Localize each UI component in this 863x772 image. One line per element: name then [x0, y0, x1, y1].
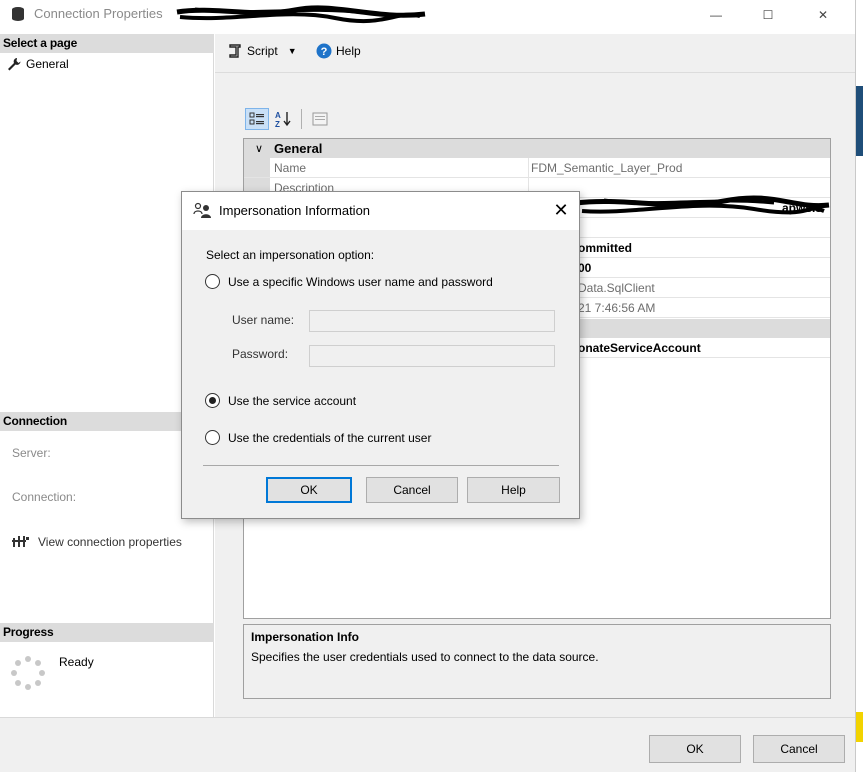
property-value: ommitted: [578, 241, 632, 255]
property-value: Data.SqlClient: [578, 281, 655, 295]
close-button[interactable]: ✕: [800, 0, 846, 30]
chevron-down-icon: ▼: [287, 46, 297, 56]
dialog-cancel-button[interactable]: Cancel: [366, 477, 458, 503]
radio-button[interactable]: [205, 393, 220, 408]
user-impersonation-icon: [193, 202, 211, 218]
chevron-down-icon: ∨: [254, 143, 264, 155]
maximize-button[interactable]: ☐: [745, 0, 791, 30]
radio-label: Use the service account: [228, 393, 357, 408]
redaction-scribble: [176, 5, 426, 24]
property-pages-icon: [312, 112, 328, 126]
background-window-highlight: [856, 712, 863, 742]
dialog-ok-button[interactable]: OK: [266, 477, 352, 503]
sort-az-icon: A Z: [275, 111, 291, 128]
script-icon: [229, 44, 241, 58]
dialog-divider: [203, 465, 559, 466]
radio-specific-windows-user[interactable]: Use a specific Windows user name and pas…: [205, 274, 493, 289]
ok-button[interactable]: OK: [649, 735, 741, 763]
server-label: Server:: [12, 446, 51, 460]
dialog-close-button[interactable]: ✕: [548, 198, 574, 222]
toolbar-separator: [301, 109, 302, 129]
window-title: Connection Properties: [34, 6, 163, 21]
help-button[interactable]: ? Help: [316, 43, 361, 59]
select-page-header: Select a page: [0, 34, 214, 53]
background-window-accent: [856, 86, 863, 156]
user-name-label: User name:: [232, 313, 295, 327]
property-value: onateServiceAccount: [578, 341, 701, 355]
progress-status: Ready: [59, 655, 94, 669]
svg-text:?: ?: [321, 46, 328, 58]
connection-properties-icon: [12, 536, 29, 547]
property-grid-toolbar: A Z: [245, 106, 332, 132]
alphabetical-view-button[interactable]: A Z: [271, 108, 295, 130]
script-button[interactable]: Script ▼: [227, 43, 297, 59]
cancel-button[interactable]: Cancel: [753, 735, 845, 763]
toolbar: [215, 34, 855, 72]
view-connection-properties-link[interactable]: View connection properties: [12, 535, 182, 549]
connection-label: Connection:: [12, 490, 77, 504]
radio-label: Use a specific Windows user name and pas…: [228, 274, 493, 289]
password-field[interactable]: [309, 345, 555, 367]
svg-text:Z: Z: [275, 120, 280, 128]
wrench-icon: [8, 58, 21, 71]
description-text: Specifies the user credentials used to c…: [251, 650, 599, 664]
svg-text:A: A: [275, 111, 281, 120]
page-item-label: General: [26, 57, 69, 71]
dialog-title: Impersonation Information: [219, 203, 371, 218]
property-category-label: General: [274, 141, 323, 156]
impersonation-prompt: Select an impersonation option:: [206, 248, 375, 262]
categorized-view-button[interactable]: [245, 108, 269, 130]
radio-button[interactable]: [205, 274, 220, 289]
radio-button[interactable]: [205, 430, 220, 445]
password-label: Password:: [232, 347, 289, 361]
column-divider: [528, 158, 529, 178]
progress-spinner-icon: [11, 656, 45, 690]
progress-header: Progress: [0, 623, 214, 642]
radio-service-account[interactable]: Use the service account: [205, 393, 356, 408]
page-item-general[interactable]: General: [6, 57, 69, 71]
radio-label: Use the credentials of the current user: [228, 430, 432, 445]
radio-current-user-credentials[interactable]: Use the credentials of the current user: [205, 430, 431, 445]
user-name-field[interactable]: [309, 310, 555, 332]
property-value: 00: [578, 261, 592, 275]
description-title: Impersonation Info: [251, 630, 359, 644]
property-row-name[interactable]: Name FDM_Semantic_Layer_Prod: [244, 158, 830, 178]
dialog-help-button[interactable]: Help: [467, 477, 560, 503]
property-category-general[interactable]: ∨ General: [244, 139, 830, 158]
database-icon: [12, 7, 24, 21]
minimize-button[interactable]: —: [693, 0, 739, 30]
property-value: FDM_Semantic_Layer_Prod: [531, 161, 683, 175]
view-connection-label: View connection properties: [38, 535, 182, 549]
categorized-icon: [249, 112, 264, 125]
property-value: 21 7:46:56 AM: [578, 301, 656, 315]
toolbar-divider: [215, 72, 855, 73]
help-label: Help: [336, 44, 361, 58]
help-icon: ?: [316, 43, 332, 59]
radio-selected-dot: [209, 397, 216, 404]
property-name: Name: [274, 161, 307, 175]
property-pages-button[interactable]: [308, 108, 332, 130]
script-label: Script: [247, 44, 278, 58]
